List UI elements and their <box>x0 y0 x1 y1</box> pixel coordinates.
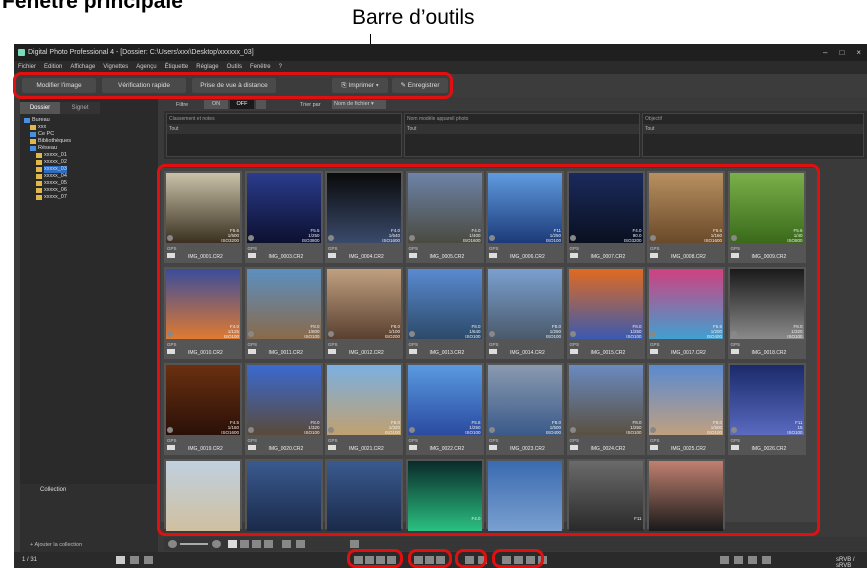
color-space: sRVB / sRVB <box>836 557 855 568</box>
info-header-lens: Objectif <box>645 116 662 122</box>
filter-off-button[interactable]: OFF <box>230 100 254 109</box>
nav-highlight <box>492 549 544 568</box>
tree-item-label: xxxxx_06 <box>44 187 67 193</box>
folder-icon <box>36 188 42 193</box>
tab-folder[interactable]: Dossier <box>20 102 60 114</box>
tree-item[interactable]: Ce PC <box>24 131 71 138</box>
folder-icon <box>30 139 36 144</box>
tree-item-label: Réseau <box>38 145 57 151</box>
view-mode-icon[interactable] <box>282 540 291 548</box>
tree-item[interactable]: xxxxx_06 <box>24 187 71 194</box>
folder-icon <box>36 174 42 179</box>
add-collection-button[interactable]: + Ajouter la collection <box>30 542 82 548</box>
info-sub-lens[interactable]: Tout <box>643 124 863 134</box>
tree-item-label: xxxxx_02 <box>44 159 67 165</box>
status-grid-icon[interactable] <box>116 556 125 564</box>
info-sub-camera[interactable]: Tout <box>405 124 639 134</box>
tree-item-label: Bibliothèques <box>38 138 72 144</box>
info-col-lens: Objectif Tout <box>642 113 864 157</box>
tool-4-icon[interactable] <box>762 556 771 564</box>
folder-icon <box>24 118 30 123</box>
zoom-in-icon[interactable] <box>212 540 221 548</box>
info-sub-rating[interactable]: Tout <box>167 124 401 134</box>
check-highlight <box>455 549 487 568</box>
title-bar: Digital Photo Professional 4 - [Dossier:… <box>14 44 867 61</box>
status-panel-icon[interactable] <box>144 556 153 564</box>
tree-item-label: xxxxx_04 <box>44 173 67 179</box>
tree-item-label: xxxxx_07 <box>44 194 67 200</box>
view-small-icon[interactable] <box>252 540 261 548</box>
folder-icon <box>36 181 42 186</box>
tree-item[interactable]: Bureau <box>24 117 71 124</box>
folder-icon <box>36 160 42 165</box>
tool-3-icon[interactable] <box>748 556 757 564</box>
folder-tree: Bureau xxx Ce PC Bibliothèques Réseau xxxxx_0… <box>24 117 71 201</box>
tree-item[interactable]: xxxxx_07 <box>24 194 71 201</box>
collection-title: Collection <box>40 487 67 493</box>
tree-item-label: Ce PC <box>38 131 55 137</box>
tree-item[interactable]: xxxxx_05 <box>24 180 71 187</box>
close-button[interactable]: × <box>856 44 861 61</box>
view-large-icon[interactable] <box>228 540 237 548</box>
tree-item[interactable]: Réseau <box>24 145 71 152</box>
filter-lock-button[interactable] <box>256 100 266 109</box>
filter-label: Filtre <box>176 102 189 108</box>
zoom-slider[interactable] <box>180 543 208 545</box>
left-panel-tabs: Dossier Signet <box>20 102 100 114</box>
app-icon <box>18 49 25 56</box>
sort-label: Trier par <box>300 102 321 108</box>
filter-on-button[interactable]: ON <box>204 100 228 109</box>
tree-item-label: xxx <box>38 124 47 130</box>
zoom-out-icon[interactable] <box>168 540 177 548</box>
info-strip: Classement et notes Tout Nom modèle appa… <box>164 111 867 159</box>
toolbar-callout-label: Barre d’outils <box>352 6 475 29</box>
grid-highlight <box>157 164 820 536</box>
tree-item[interactable]: xxxxx_03 <box>24 166 71 173</box>
folder-icon <box>36 167 42 172</box>
filter-bar: Filtre ON OFF Trier par Nom de fichier ▾ <box>164 100 867 110</box>
section-heading: Fenêtre principale <box>2 0 183 13</box>
folder-icon <box>30 132 36 137</box>
tree-item[interactable]: xxxxx_02 <box>24 159 71 166</box>
info-col-rating: Classement et notes Tout <box>166 113 402 157</box>
folder-icon <box>30 146 36 151</box>
tree-item[interactable]: xxx <box>24 124 71 131</box>
image-count: 1 / 31 <box>22 557 38 563</box>
info-col-camera: Nom modèle appareil photo Tout <box>404 113 640 157</box>
rating-highlight <box>347 549 403 568</box>
status-list-icon[interactable] <box>130 556 139 564</box>
tree-item-label: xxxxx_03 <box>44 166 67 173</box>
tool-2-icon[interactable] <box>734 556 743 564</box>
tree-item-label: xxxxx_05 <box>44 180 67 186</box>
info-header-rating: Classement et notes <box>169 116 215 122</box>
window-title: Digital Photo Professional 4 - [Dossier:… <box>28 49 254 56</box>
tree-item-label: xxxxx_01 <box>44 152 67 158</box>
tab-bookmark[interactable]: Signet <box>60 102 100 114</box>
view-medium-icon[interactable] <box>240 540 249 548</box>
tree-item[interactable]: xxxxx_01 <box>24 152 71 159</box>
folder-icon <box>36 195 42 200</box>
minimize-button[interactable]: – <box>823 44 827 61</box>
sort-value: Nom de fichier <box>334 101 370 107</box>
label-highlight <box>408 549 452 568</box>
info-header-camera: Nom modèle appareil photo <box>407 116 469 122</box>
view-compare-icon[interactable] <box>296 540 305 548</box>
page: Fenêtre principale Barre d’outils Digita… <box>0 0 867 568</box>
view-list-icon[interactable] <box>264 540 273 548</box>
tree-item[interactable]: Bibliothèques <box>24 138 71 145</box>
tree-item-label: Bureau <box>32 117 50 123</box>
tree-item[interactable]: xxxxx_04 <box>24 173 71 180</box>
layout-icon[interactable] <box>350 540 359 548</box>
add-collection-label: Ajouter la collection <box>34 542 83 548</box>
maximize-button[interactable]: □ <box>839 44 844 61</box>
sort-select[interactable]: Nom de fichier ▾ <box>332 100 386 109</box>
window-controls: – □ × <box>823 44 861 61</box>
folder-icon <box>36 153 42 158</box>
folder-icon <box>30 125 36 130</box>
tool-1-icon[interactable] <box>720 556 729 564</box>
collection-panel: Collection + Ajouter la collection <box>20 484 158 556</box>
toolbar-highlight <box>13 72 453 99</box>
